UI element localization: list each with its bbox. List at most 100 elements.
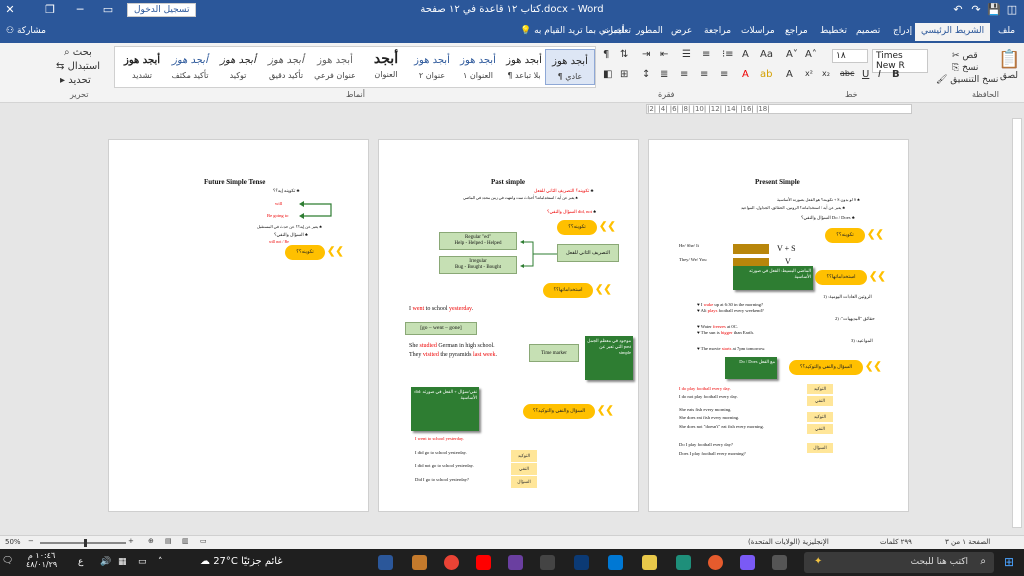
chrome-taskbar-icon[interactable] xyxy=(444,555,459,570)
underline-icon[interactable]: U xyxy=(862,69,869,80)
battery-icon[interactable]: ▭ xyxy=(138,557,147,567)
notification-icon[interactable]: 🗨 xyxy=(2,556,13,566)
outlook-taskbar-icon[interactable] xyxy=(608,555,623,570)
find-button[interactable]: ⌕ بحث xyxy=(64,47,92,58)
undo-icon[interactable]: ↶ xyxy=(950,3,966,17)
tab-design[interactable]: تصميم xyxy=(856,26,880,36)
subscript-icon[interactable]: x₂ xyxy=(822,69,830,78)
page-future[interactable]: Future Simple Tense تكوينه إيه؟؟ ♣ will … xyxy=(108,139,369,512)
page-past[interactable]: Past simple تكوينه؟ التصريف الثاني للفعل… xyxy=(378,139,639,512)
style-emphasis[interactable]: أبجد هوز توكيد xyxy=(213,49,263,85)
network-icon[interactable]: ▦ xyxy=(118,557,127,567)
style-no-spacing[interactable]: أبجد هوز ¶ بلا تباعد xyxy=(499,49,549,85)
volume-icon[interactable]: 🔊 xyxy=(100,557,111,567)
app3-taskbar-icon[interactable] xyxy=(540,555,555,570)
tab-mailings[interactable]: مراسلات xyxy=(741,26,775,36)
style-strong[interactable]: أبجد هوز تشديد xyxy=(117,49,167,85)
weather-widget[interactable]: ☁ 27°C غائم جزئيًا xyxy=(200,556,283,567)
shrink-font-icon[interactable]: A˅ xyxy=(786,49,798,60)
numbering-icon[interactable]: ≡ xyxy=(702,49,710,60)
tray-chevron-icon[interactable]: ˄ xyxy=(158,557,163,567)
italic-icon[interactable]: I xyxy=(878,69,881,80)
align-center-icon[interactable]: ≡ xyxy=(700,69,708,80)
multilevel-list-icon[interactable]: ☰ xyxy=(682,49,691,60)
read-mode-icon[interactable]: ▥ xyxy=(182,537,189,545)
youtube-taskbar-icon[interactable] xyxy=(476,555,491,570)
cut-button[interactable]: ✂ قص xyxy=(952,51,978,61)
style-title[interactable]: أبجد العنوان xyxy=(361,49,411,85)
zoom-level[interactable]: 50% xyxy=(5,538,21,546)
indent-icon[interactable]: ⇥ xyxy=(642,49,650,60)
audition-taskbar-icon[interactable] xyxy=(574,555,589,570)
zoom-out-icon[interactable]: − xyxy=(28,537,34,545)
paragraph-mark-icon[interactable]: ¶ xyxy=(603,49,609,60)
tab-review[interactable]: مراجعة xyxy=(704,26,731,36)
word-taskbar-icon[interactable] xyxy=(378,555,393,570)
zoom-in-icon[interactable]: + xyxy=(128,537,134,545)
align-left-icon[interactable]: ≡ xyxy=(680,69,688,80)
copy-button[interactable]: ⎘ نسخ xyxy=(952,63,978,73)
bold-icon[interactable]: B xyxy=(892,69,900,80)
explorer-taskbar-icon[interactable] xyxy=(642,555,657,570)
tab-layout[interactable]: تخطيط xyxy=(820,26,847,36)
share-button[interactable]: ⚇ مشاركة xyxy=(6,26,46,36)
clock[interactable]: ١٠:٤٦ م ٤٨/٠١/٢٩ xyxy=(26,551,57,569)
edge-taskbar-icon[interactable] xyxy=(676,555,691,570)
replace-button[interactable]: ⇆ استبدال xyxy=(56,61,100,72)
keyboard-language[interactable]: ع xyxy=(78,557,83,567)
paste-icon[interactable]: 📋 xyxy=(998,49,1020,70)
taskbar-search[interactable]: ✦ اكتب هنا للبحث ⌕ xyxy=(804,552,994,573)
paste-label[interactable]: لصق xyxy=(1000,71,1018,81)
taskview-taskbar-icon[interactable] xyxy=(772,555,787,570)
tab-developer[interactable]: المطور xyxy=(636,26,663,36)
format-painter-button[interactable]: 🖌 نسخ التنسيق xyxy=(936,75,998,85)
app2-taskbar-icon[interactable] xyxy=(508,555,523,570)
tab-references[interactable]: مراجع xyxy=(785,26,808,36)
shading-icon[interactable]: ◧ xyxy=(603,69,612,80)
app-taskbar-icon[interactable] xyxy=(412,555,427,570)
page-present[interactable]: Present Simple تكوينه؟ هو الفعل بصورته ا… xyxy=(648,139,909,512)
language-status[interactable]: الإنجليزية (الولايات المتحدة) xyxy=(748,538,829,546)
strikethrough-icon[interactable]: abc xyxy=(840,69,854,78)
tab-home[interactable]: الشريط الرئيسي xyxy=(915,23,991,41)
justify-icon[interactable]: ≣ xyxy=(660,69,668,80)
tab-insert[interactable]: إدراج xyxy=(893,26,912,36)
clear-format-icon[interactable]: x² xyxy=(805,69,813,78)
word-count[interactable]: ٢٩٩ كلمات xyxy=(880,538,912,546)
windows-start-icon[interactable]: ⊞ xyxy=(1004,555,1014,569)
firefox-taskbar-icon[interactable] xyxy=(708,555,723,570)
redo-icon[interactable]: ↷ xyxy=(968,3,984,17)
style-intense-emphasis[interactable]: أبجد هوز تأكيد مكثف xyxy=(165,49,215,85)
tab-view[interactable]: عرض xyxy=(671,26,692,36)
highlight-icon[interactable]: ab xyxy=(760,69,772,80)
outdent-icon[interactable]: ⇤ xyxy=(660,49,668,60)
autosave-icon[interactable]: ◫ xyxy=(1004,3,1020,17)
tab-help[interactable]: تعليمات xyxy=(602,26,631,36)
select-button[interactable]: ▸ تحديد xyxy=(60,75,91,86)
style-heading2[interactable]: أبجد هوز عنوان ٢ xyxy=(407,49,457,85)
copilot-taskbar-icon[interactable] xyxy=(740,555,755,570)
horizontal-ruler[interactable]: |2| |4| |6| |8| |10| |12| |14| |16| |18| xyxy=(646,104,912,114)
style-normal[interactable]: أبجد هوز ¶ عادي xyxy=(545,49,595,85)
tab-file[interactable]: ملف xyxy=(998,26,1015,36)
styles-gallery[interactable]: أبجد هوز ¶ عادي أبجد هوز ¶ بلا تباعد أبجد … xyxy=(114,46,596,88)
align-right-icon[interactable]: ≡ xyxy=(720,69,728,80)
page-count[interactable]: الصفحة ١ من ٣ xyxy=(945,538,990,546)
font-color-icon[interactable]: A xyxy=(742,69,749,80)
line-spacing-icon[interactable]: ↕ xyxy=(642,69,650,80)
zoom-thumb[interactable] xyxy=(84,539,87,547)
print-layout-icon[interactable]: ▤ xyxy=(165,537,172,545)
style-subtle-emphasis[interactable]: أبجد هوز تأكيد دقيق xyxy=(261,49,311,85)
grow-font-icon[interactable]: A˄ xyxy=(805,49,817,60)
font-color-a-icon[interactable]: A xyxy=(742,49,749,60)
sort-icon[interactable]: ⇅ xyxy=(620,49,628,60)
focus-icon[interactable]: ▭ xyxy=(200,537,207,545)
change-case-icon[interactable]: Aa xyxy=(760,49,773,60)
text-effects-icon[interactable]: A xyxy=(786,69,793,80)
style-subtitle[interactable]: أبجد هوز عنوان فرعي xyxy=(310,49,360,85)
style-heading1[interactable]: أبجد هوز العنوان ١ xyxy=(453,49,503,85)
web-layout-icon[interactable]: ⊕ xyxy=(148,537,154,545)
save-icon[interactable]: 💾 xyxy=(986,3,1002,17)
bullets-icon[interactable]: ⁝≡ xyxy=(722,49,734,60)
font-size-field[interactable]: ١٨ xyxy=(832,49,868,63)
